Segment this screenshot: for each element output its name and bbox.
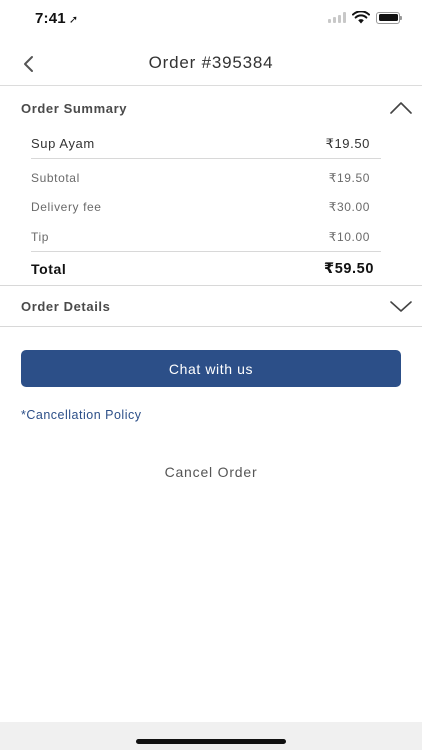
subtotal-value: ₹19.50 xyxy=(328,171,370,185)
cellular-signal-icon xyxy=(328,12,346,23)
tip-label: Tip xyxy=(31,230,50,244)
total-divider xyxy=(31,251,381,252)
tip-value: ₹10.00 xyxy=(328,230,370,244)
status-indicators xyxy=(328,11,402,24)
order-details-header[interactable]: Order Details xyxy=(0,286,422,328)
total-row: Total ₹59.50 xyxy=(31,261,374,277)
chevron-up-icon[interactable] xyxy=(390,100,412,116)
bottom-safe-area xyxy=(0,722,422,750)
cancel-order-button[interactable]: Cancel Order xyxy=(0,464,422,480)
wifi-icon xyxy=(352,11,370,24)
status-bar: 7:41 ➚ xyxy=(0,0,422,40)
order-summary-title: Order Summary xyxy=(21,101,128,116)
status-time-text: 7:41 xyxy=(35,10,66,27)
nav-bar: Order #395384 xyxy=(0,42,422,86)
item-price: ₹19.50 xyxy=(325,136,370,151)
page-title: Order #395384 xyxy=(148,53,274,72)
delivery-fee-label: Delivery fee xyxy=(31,200,102,214)
total-value: ₹59.50 xyxy=(324,261,374,277)
home-indicator[interactable] xyxy=(136,739,286,744)
item-divider xyxy=(31,158,381,159)
chat-with-us-button[interactable]: Chat with us xyxy=(21,350,401,387)
status-time: 7:41 ➚ xyxy=(35,10,78,27)
delivery-fee-row: Delivery fee ₹30.00 xyxy=(31,200,370,214)
order-item-row: Sup Ayam ₹19.50 xyxy=(31,136,370,152)
section-divider-bottom xyxy=(0,326,422,327)
location-arrow-icon: ➚ xyxy=(68,14,79,26)
subtotal-row: Subtotal ₹19.50 xyxy=(31,171,370,185)
cancellation-policy-link[interactable]: *Cancellation Policy xyxy=(21,408,141,422)
order-summary-header[interactable]: Order Summary xyxy=(0,88,422,130)
order-details-title: Order Details xyxy=(21,299,111,314)
battery-icon xyxy=(376,11,402,24)
delivery-fee-value: ₹30.00 xyxy=(328,200,370,214)
chevron-down-icon[interactable] xyxy=(390,298,412,314)
total-label: Total xyxy=(31,261,67,277)
subtotal-label: Subtotal xyxy=(31,171,80,185)
tip-row: Tip ₹10.00 xyxy=(31,230,370,244)
item-name: Sup Ayam xyxy=(31,136,95,151)
